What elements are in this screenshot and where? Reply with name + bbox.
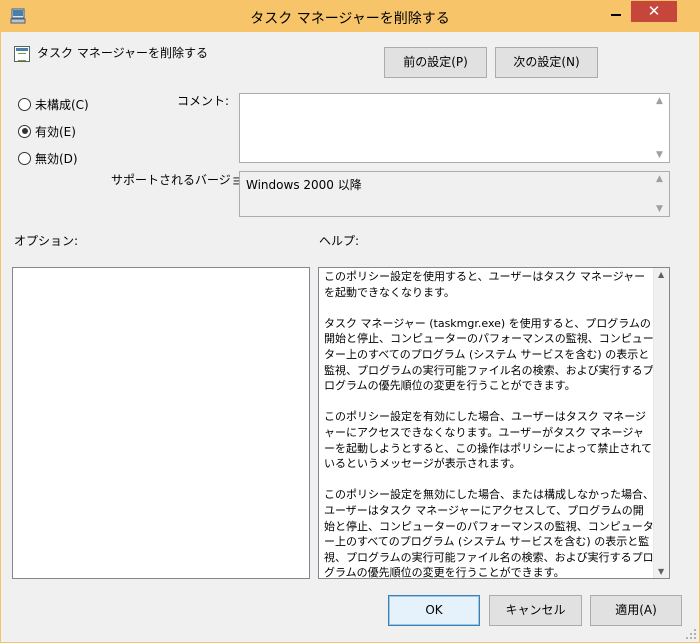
comment-textarea[interactable]: ▲ ▼ [239,93,670,163]
scroll-down-icon[interactable]: ▼ [658,567,664,576]
cancel-button[interactable]: キャンセル [489,595,582,626]
options-label: オプション: [14,234,79,248]
supported-on-value: Windows 2000 以降 [246,178,362,192]
radio-disabled[interactable]: 無効(D) [18,150,78,166]
window-title: タスク マネージャーを削除する [250,11,450,27]
radio-enabled[interactable]: 有効(E) [18,123,76,139]
scroll-up-icon[interactable]: ▲ [656,96,663,106]
radio-not-configured-circle[interactable] [18,97,31,111]
policy-dialog-window: タスク マネージャーを削除する ✕ タスク マネージャーを削除する 前の設定(P… [0,0,700,643]
help-scrollbar[interactable]: ▲ ▼ [653,268,669,578]
radio-disabled-label: 無効(D) [35,151,78,166]
close-button[interactable]: ✕ [631,1,677,22]
scroll-down-icon[interactable]: ▼ [656,150,663,160]
next-setting-button[interactable]: 次の設定(N) [495,47,598,78]
comment-scroll[interactable]: ▲ ▼ [653,95,668,161]
help-text: このポリシー設定を使用すると、ユーザーはタスク マネージャーを起動できなくなりま… [324,269,654,596]
help-paragraph: このポリシー設定を使用すると、ユーザーはタスク マネージャーを起動できなくなりま… [324,270,646,299]
supported-on-label: サポートされるバージョン: [111,173,259,187]
policy-icon [14,46,30,62]
ok-button[interactable]: OK [388,595,480,626]
minimize-button[interactable] [602,1,630,22]
help-label: ヘルプ: [319,234,360,248]
scroll-up-icon[interactable]: ▲ [658,270,664,279]
scroll-down-icon[interactable]: ▼ [656,204,663,214]
radio-enabled-circle[interactable] [18,124,31,138]
help-paragraph: タスク マネージャー (taskmgr.exe) を使用すると、プログラムの開始… [324,316,654,393]
scroll-up-icon[interactable]: ▲ [656,174,663,184]
options-panel [12,267,310,579]
help-paragraph: このポリシー設定を有効にした場合、ユーザーはタスク マネージャーにアクセスできな… [324,410,653,471]
policy-name: タスク マネージャーを削除する [37,46,208,60]
help-paragraph: このポリシー設定を無効にした場合、または構成しなかった場合、ユーザーはタスク マ… [324,488,654,580]
radio-disabled-circle[interactable] [18,151,31,165]
supported-on-field: Windows 2000 以降 ▲ ▼ [239,171,670,217]
comment-label: コメント: [177,94,230,108]
supported-scroll[interactable]: ▲ ▼ [653,173,668,215]
title-bar[interactable]: タスク マネージャーを削除する ✕ [1,1,699,32]
radio-not-configured-label: 未構成(C) [35,97,89,112]
apply-button[interactable]: 適用(A) [590,595,682,626]
help-panel: このポリシー設定を使用すると、ユーザーはタスク マネージャーを起動できなくなりま… [318,267,670,579]
previous-setting-button[interactable]: 前の設定(P) [384,47,487,78]
radio-enabled-label: 有効(E) [35,124,76,139]
resize-grip-icon[interactable] [686,629,696,639]
radio-not-configured[interactable]: 未構成(C) [18,96,89,112]
